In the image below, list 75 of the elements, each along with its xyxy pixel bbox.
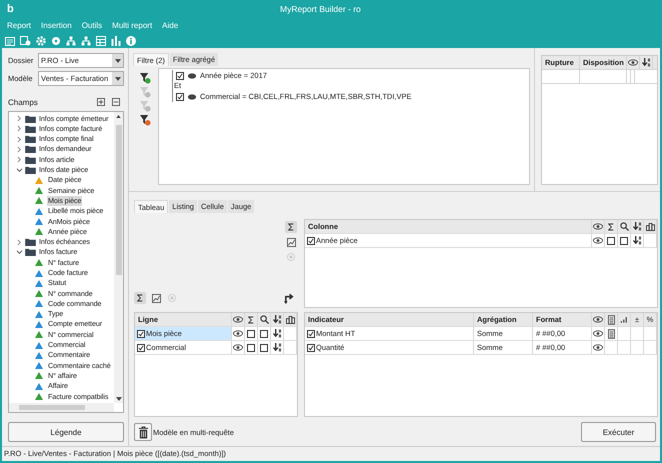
document-gear-icon[interactable] bbox=[20, 36, 31, 46]
eye-icon bbox=[593, 237, 603, 244]
row-checkbox[interactable] bbox=[307, 236, 315, 245]
row-checkbox[interactable] bbox=[137, 344, 145, 352]
eye-icon bbox=[593, 344, 603, 352]
chart-icon[interactable] bbox=[150, 292, 162, 304]
scrollbar-thumb[interactable] bbox=[19, 405, 85, 410]
sigma-icon[interactable] bbox=[134, 292, 146, 304]
bar-chart-icon bbox=[620, 316, 628, 324]
vertical-scrollbar[interactable] bbox=[114, 112, 123, 404]
sort-icon bbox=[272, 329, 282, 338]
hierarchy-icon[interactable] bbox=[81, 36, 91, 46]
horizontal-scrollbar[interactable] bbox=[9, 403, 114, 412]
eye-icon bbox=[233, 316, 243, 324]
eye-icon bbox=[593, 330, 603, 338]
folder-icon bbox=[25, 166, 36, 174]
hierarchy-icon[interactable] bbox=[66, 36, 76, 46]
scroll-down-icon[interactable] bbox=[116, 394, 122, 404]
sort-icon bbox=[272, 315, 282, 324]
folder-icon bbox=[25, 124, 36, 133]
sort-icon bbox=[632, 236, 642, 246]
radio-icon[interactable] bbox=[166, 292, 178, 304]
execute-button[interactable]: Exécuter bbox=[581, 422, 656, 442]
search-icon bbox=[260, 315, 268, 324]
sum-checkbox[interactable] bbox=[247, 344, 255, 352]
folder-icon bbox=[25, 114, 36, 123]
folder-icon bbox=[25, 135, 36, 144]
chart-icon[interactable] bbox=[285, 236, 297, 248]
funnel-add-icon[interactable] bbox=[140, 73, 151, 84]
scrollbar-thumb[interactable] bbox=[116, 125, 122, 276]
report-icon[interactable] bbox=[5, 36, 15, 46]
legend-button[interactable]: Légende bbox=[8, 422, 124, 442]
bar-chart-icon[interactable] bbox=[111, 36, 121, 46]
collapse-all-icon[interactable] bbox=[112, 98, 120, 106]
eye-icon bbox=[233, 344, 243, 352]
trash-button[interactable] bbox=[134, 423, 152, 442]
sigma-icon bbox=[608, 222, 614, 231]
search-checkbox[interactable] bbox=[260, 344, 268, 352]
table-icon[interactable] bbox=[96, 36, 106, 46]
row-checkbox[interactable] bbox=[307, 330, 315, 338]
section-title: Champs bbox=[8, 98, 38, 107]
row-checkbox[interactable] bbox=[307, 344, 315, 352]
chart-icon bbox=[286, 316, 294, 324]
search-checkbox[interactable] bbox=[620, 236, 628, 245]
radio-icon[interactable] bbox=[285, 251, 297, 264]
settings-icon[interactable] bbox=[36, 36, 46, 46]
sum-checkbox[interactable] bbox=[607, 236, 615, 245]
folder-icon bbox=[25, 145, 36, 154]
folder-icon bbox=[25, 156, 36, 164]
search-checkbox[interactable] bbox=[260, 330, 268, 338]
filter-checkbox[interactable] bbox=[176, 92, 184, 101]
eye-icon bbox=[593, 316, 603, 324]
info-icon[interactable] bbox=[126, 36, 136, 46]
eye-icon bbox=[187, 72, 197, 79]
sort-icon bbox=[632, 222, 642, 232]
eye-icon bbox=[187, 94, 197, 100]
row-checkbox[interactable] bbox=[137, 330, 145, 338]
search-icon bbox=[620, 222, 628, 232]
filter-checkbox[interactable] bbox=[176, 72, 184, 80]
folder-icon bbox=[25, 238, 36, 246]
sum-checkbox[interactable] bbox=[247, 330, 255, 338]
eye-icon bbox=[628, 59, 638, 66]
chart-icon bbox=[646, 222, 654, 231]
swap-arrows-icon[interactable] bbox=[284, 292, 295, 304]
folder-icon bbox=[25, 248, 36, 256]
window-title: MyReport Builder - ro bbox=[280, 4, 361, 14]
sort-icon bbox=[642, 58, 650, 68]
eye-icon bbox=[233, 330, 243, 338]
app-logo: b bbox=[7, 2, 14, 15]
eye-icon bbox=[593, 223, 603, 230]
expand-all-icon[interactable] bbox=[97, 98, 105, 106]
funnel-remove-icon[interactable] bbox=[140, 115, 151, 126]
sigma-icon[interactable] bbox=[285, 221, 297, 234]
sort-icon bbox=[272, 343, 282, 352]
sigma-icon bbox=[248, 316, 254, 324]
